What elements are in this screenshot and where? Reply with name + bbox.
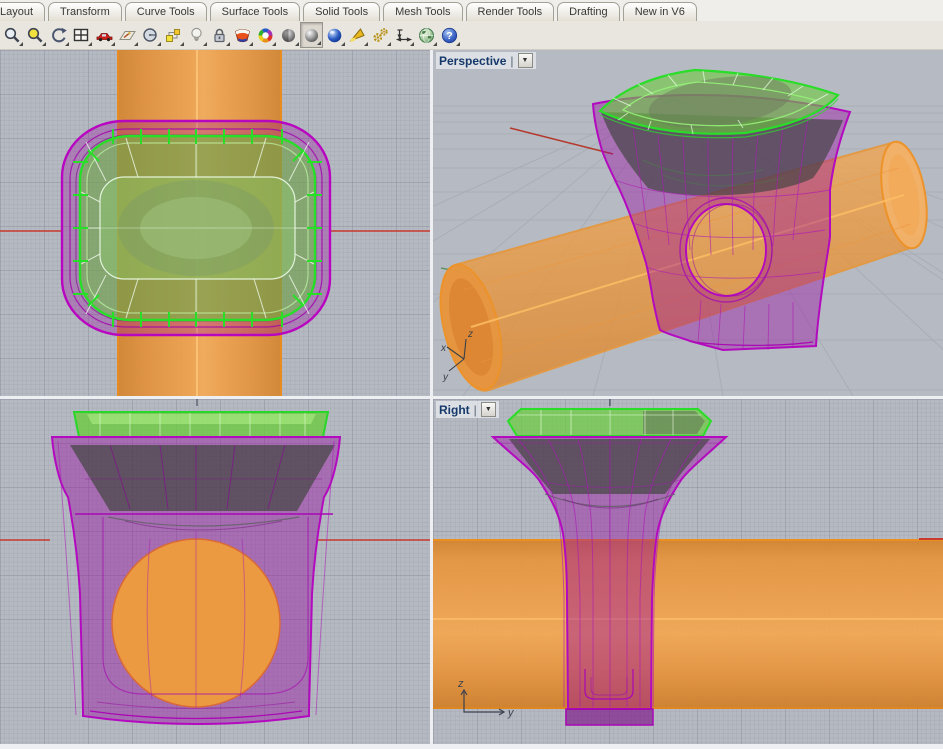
viewport-title-text: Perspective bbox=[439, 54, 506, 68]
viewport-menu-dropdown[interactable]: ▼ bbox=[481, 402, 496, 417]
viewport-area: Perspective | ▼ bbox=[0, 50, 943, 749]
ring-front-view[interactable] bbox=[52, 412, 340, 724]
label-separator: | bbox=[510, 54, 513, 68]
tab-drafting[interactable]: Drafting bbox=[557, 2, 620, 21]
svg-text:?: ? bbox=[446, 30, 452, 42]
lock-icon[interactable] bbox=[208, 22, 231, 48]
tab-new-in-v6[interactable]: New in V6 bbox=[623, 2, 697, 21]
ghosted-sphere-icon[interactable] bbox=[277, 22, 300, 48]
zoom-extents-icon[interactable] bbox=[1, 22, 24, 48]
settings-gears-icon[interactable] bbox=[369, 22, 392, 48]
main-toolbar: ? bbox=[0, 21, 943, 50]
finger-cylinder-right bbox=[433, 539, 943, 709]
tab-render-tools[interactable]: Render Tools bbox=[466, 2, 555, 21]
environment-globe-icon[interactable] bbox=[415, 22, 438, 48]
lights-icon[interactable] bbox=[185, 22, 208, 48]
drafting-plane-icon[interactable] bbox=[116, 22, 139, 48]
right-view-canvas: z y bbox=[433, 399, 943, 744]
front-view-canvas bbox=[0, 399, 430, 744]
tab-solid-tools[interactable]: Solid Tools bbox=[303, 2, 380, 21]
tab-surface-tools[interactable]: Surface Tools bbox=[210, 2, 300, 21]
ring-top-view[interactable] bbox=[62, 121, 330, 335]
gem-right bbox=[508, 409, 711, 436]
cplane-icon[interactable] bbox=[139, 22, 162, 48]
tab-transform[interactable]: Transform bbox=[48, 2, 122, 21]
help-icon[interactable]: ? bbox=[438, 22, 461, 48]
rhino-app-window: Layout Transform Curve Tools Surface Too… bbox=[0, 0, 943, 749]
viewport-title-text: Right bbox=[439, 403, 470, 417]
viewport-right[interactable]: Right | ▼ bbox=[433, 399, 943, 744]
svg-text:z: z bbox=[457, 678, 464, 690]
tab-mesh-tools[interactable]: Mesh Tools bbox=[383, 2, 462, 21]
perspective-canvas: x y z bbox=[433, 50, 943, 396]
top-view-canvas bbox=[0, 50, 430, 396]
color-wheel-icon[interactable] bbox=[254, 22, 277, 48]
viewport-top[interactable] bbox=[0, 50, 430, 396]
label-separator: | bbox=[474, 403, 477, 417]
svg-text:y: y bbox=[442, 372, 449, 383]
tab-layout[interactable]: Layout bbox=[0, 2, 45, 21]
viewport-front[interactable] bbox=[0, 399, 430, 744]
shaded-sphere-icon[interactable] bbox=[300, 22, 323, 48]
object-selection-icon[interactable] bbox=[162, 22, 185, 48]
menu-tab-bar: Layout Transform Curve Tools Surface Too… bbox=[0, 0, 943, 21]
svg-text:z: z bbox=[467, 329, 473, 340]
display-mode-icon[interactable] bbox=[231, 22, 254, 48]
gem-front bbox=[74, 412, 328, 437]
undo-view-icon[interactable] bbox=[47, 22, 70, 48]
viewport-perspective[interactable]: Perspective | ▼ bbox=[433, 50, 943, 396]
rendered-sphere-icon[interactable] bbox=[323, 22, 346, 48]
spotlight-icon[interactable] bbox=[346, 22, 369, 48]
named-view-icon[interactable] bbox=[93, 22, 116, 48]
viewport-title-right[interactable]: Right | ▼ bbox=[436, 401, 499, 418]
tab-curve-tools[interactable]: Curve Tools bbox=[125, 2, 207, 21]
viewport-title-perspective[interactable]: Perspective | ▼ bbox=[436, 52, 536, 69]
viewport-layout-icon[interactable] bbox=[70, 22, 93, 48]
dimension-icon[interactable] bbox=[392, 22, 415, 48]
ring-foot bbox=[566, 709, 653, 725]
viewport-menu-dropdown[interactable]: ▼ bbox=[518, 53, 533, 68]
bezel-interior bbox=[70, 445, 335, 511]
svg-text:x: x bbox=[440, 343, 447, 354]
zoom-selected-icon[interactable] bbox=[24, 22, 47, 48]
